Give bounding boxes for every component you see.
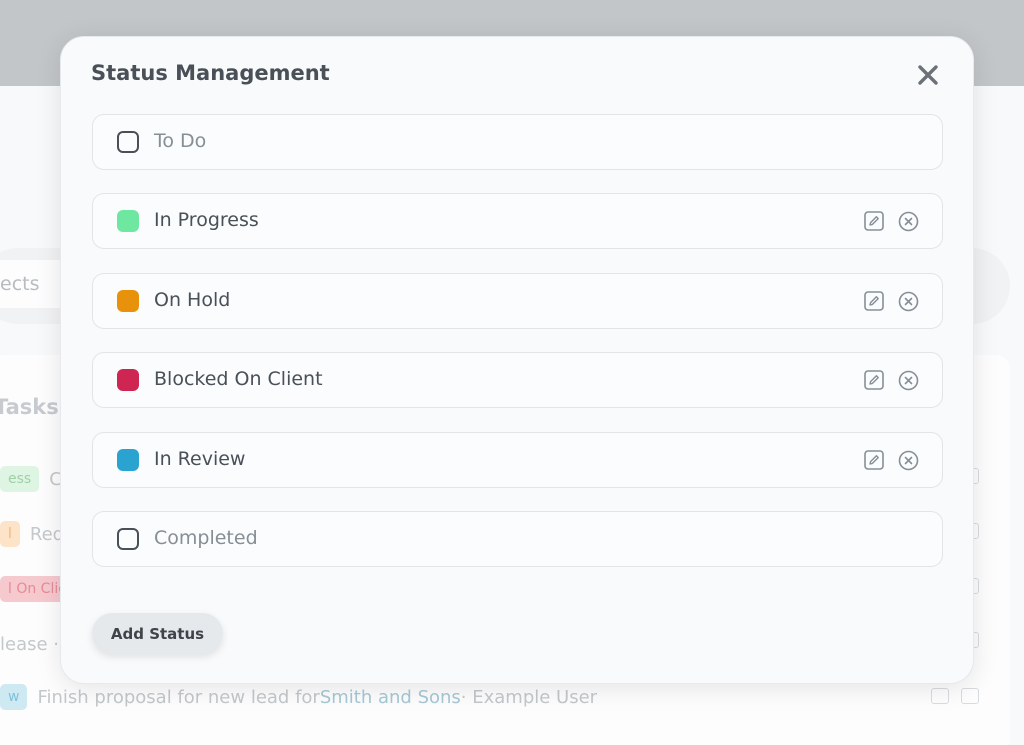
remove-icon[interactable]: [898, 370, 919, 391]
status-label: In Progress: [154, 209, 259, 231]
edit-icon[interactable]: [864, 370, 884, 390]
status-label: On Hold: [154, 289, 231, 311]
status-item-completed[interactable]: Completed: [92, 511, 943, 567]
status-color-swatch[interactable]: [117, 290, 139, 312]
comment-icon: [961, 688, 979, 704]
status-label: Blocked On Client: [154, 368, 323, 390]
status-label: In Review: [154, 448, 246, 470]
remove-icon[interactable]: [898, 450, 919, 471]
background-search-text: ects: [0, 273, 40, 295]
background-row-actions: [931, 688, 979, 704]
edit-icon[interactable]: [864, 291, 884, 311]
background-task-row: l Red: [0, 520, 64, 548]
dialog-title: Status Management: [91, 61, 330, 85]
status-item-blocked-on-client[interactable]: Blocked On Client: [92, 352, 943, 408]
background-tasks-title: Tasks: [0, 395, 59, 419]
status-color-swatch[interactable]: [117, 449, 139, 471]
background-status-badge: ess: [0, 466, 40, 492]
edit-icon[interactable]: [864, 211, 884, 231]
status-color-swatch: [117, 528, 139, 550]
status-color-swatch: [117, 131, 139, 153]
status-item-on-hold[interactable]: On Hold: [92, 273, 943, 329]
background-task-text: lease ·: [0, 633, 60, 655]
status-label: Completed: [154, 527, 258, 549]
background-task-text: Red: [29, 523, 65, 545]
edit-icon: [931, 688, 949, 704]
status-color-swatch[interactable]: [117, 210, 139, 232]
edit-icon[interactable]: [864, 450, 884, 470]
close-icon[interactable]: [914, 61, 942, 89]
status-item-in-progress[interactable]: In Progress: [92, 193, 943, 249]
status-item-to-do[interactable]: To Do: [92, 114, 943, 170]
background-task-text: Finish proposal for new lead for: [37, 686, 320, 708]
background-task-row: w Finish proposal for new lead for Smith…: [0, 683, 597, 711]
add-status-button[interactable]: Add Status: [92, 613, 223, 654]
background-client-link: Smith and Sons: [319, 686, 461, 708]
background-task-row: lease ·: [0, 630, 59, 658]
status-item-in-review[interactable]: In Review: [92, 432, 943, 488]
status-label: To Do: [154, 130, 207, 152]
status-management-dialog: Status Management To Do In Progress On H…: [60, 36, 974, 684]
remove-icon[interactable]: [898, 211, 919, 232]
status-color-swatch[interactable]: [117, 369, 139, 391]
background-status-badge: w: [0, 684, 28, 710]
background-task-row: ess C: [0, 465, 62, 493]
remove-icon[interactable]: [898, 291, 919, 312]
background-task-assignee: · Example User: [460, 686, 598, 708]
background-status-badge: l: [0, 521, 20, 547]
